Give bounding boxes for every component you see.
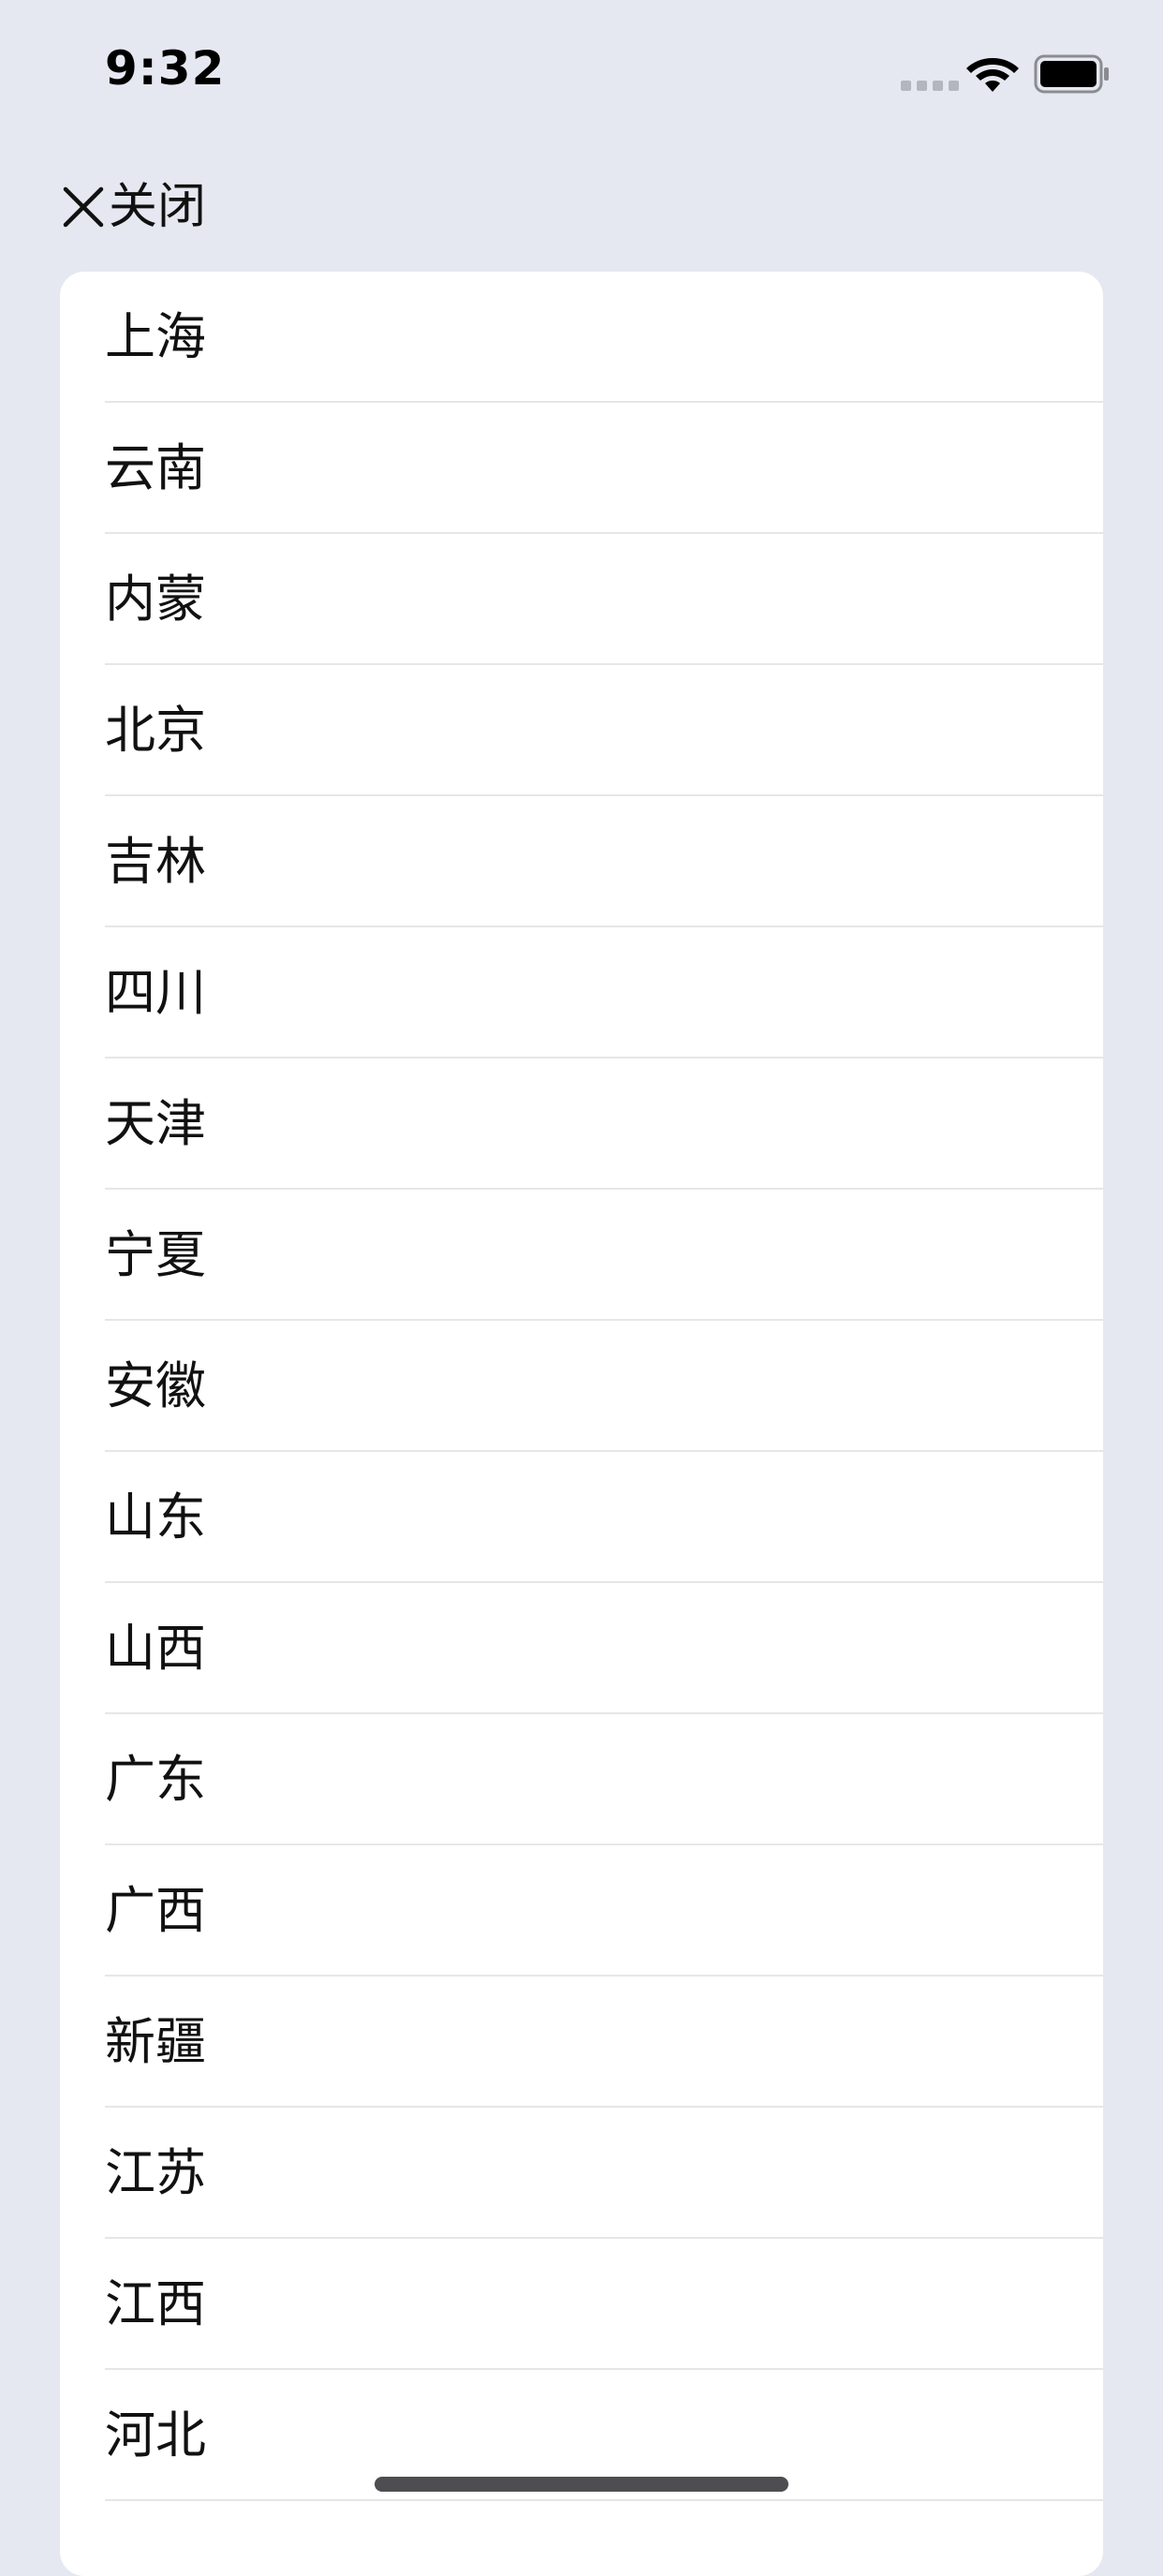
province-label: 广东 — [105, 1750, 206, 1809]
wifi-icon — [966, 58, 1019, 92]
province-label: 云南 — [105, 438, 206, 497]
province-label: 新疆 — [105, 2012, 206, 2071]
province-item-beijing[interactable]: 北京 — [60, 665, 1103, 796]
province-item-yunnan[interactable]: 云南 — [60, 403, 1103, 534]
province-label: 安徽 — [105, 1356, 206, 1415]
battery-icon — [1034, 54, 1109, 94]
province-item-shanghai[interactable]: 上海 — [60, 272, 1103, 403]
province-label: 江苏 — [105, 2143, 206, 2202]
province-item-jiangxi[interactable]: 江西 — [60, 2239, 1103, 2370]
province-item-anhui[interactable]: 安徽 — [60, 1321, 1103, 1452]
province-item-neimeng[interactable]: 内蒙 — [60, 534, 1103, 665]
province-label: 吉林 — [105, 832, 206, 891]
province-item-sichuan[interactable]: 四川 — [60, 927, 1103, 1059]
province-item-tianjin[interactable]: 天津 — [60, 1059, 1103, 1190]
province-label: 四川 — [105, 963, 206, 1022]
home-indicator[interactable] — [375, 2477, 788, 2492]
province-label: 内蒙 — [105, 570, 206, 629]
province-label: 天津 — [105, 1094, 206, 1153]
province-item-xinjiang[interactable]: 新疆 — [60, 1976, 1103, 2108]
status-bar: 9:32 — [0, 0, 1163, 141]
province-label: 北京 — [105, 701, 206, 760]
province-label: 河北 — [105, 2406, 206, 2465]
province-label: 广西 — [105, 1881, 206, 1940]
province-list: 上海 云南 内蒙 北京 吉林 四川 天津 宁夏 安徽 山东 山西 广东 广西 新… — [60, 272, 1103, 2576]
province-item-guangdong[interactable]: 广东 — [60, 1714, 1103, 1845]
province-label: 江西 — [105, 2274, 206, 2333]
close-icon — [63, 186, 104, 228]
close-button[interactable]: 关闭 — [60, 174, 206, 240]
status-time: 9:32 — [105, 41, 226, 96]
signal-icon — [901, 81, 959, 91]
province-item-guangxi[interactable]: 广西 — [60, 1845, 1103, 1976]
province-item-jiangsu[interactable]: 江苏 — [60, 2108, 1103, 2239]
province-item-jilin[interactable]: 吉林 — [60, 796, 1103, 927]
province-label: 上海 — [105, 307, 206, 366]
province-item-ningxia[interactable]: 宁夏 — [60, 1190, 1103, 1321]
province-item-shanxi[interactable]: 山西 — [60, 1583, 1103, 1714]
province-label: 宁夏 — [105, 1225, 206, 1284]
province-label: 山西 — [105, 1619, 206, 1678]
province-item-shandong[interactable]: 山东 — [60, 1452, 1103, 1583]
close-label: 关闭 — [109, 179, 207, 235]
province-label: 山东 — [105, 1488, 206, 1547]
